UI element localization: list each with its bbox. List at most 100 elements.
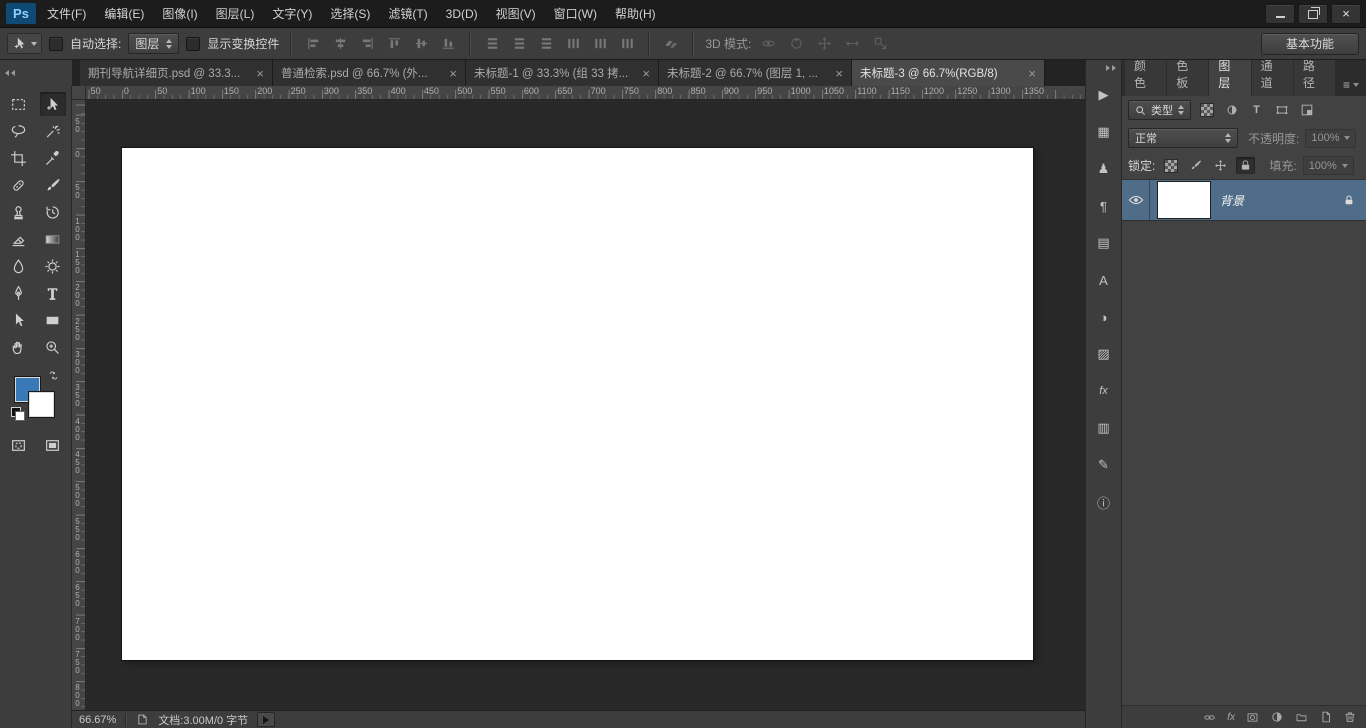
menu-item[interactable]: 选择(S) [321,0,379,27]
adjustments-panel-icon[interactable]: ◑ [1092,306,1116,328]
screen-mode-button[interactable] [40,433,66,457]
brush-tool[interactable] [40,173,66,197]
ruler-origin-corner[interactable] [72,86,86,100]
auto-select-dropdown[interactable]: 图层 [128,33,180,54]
minimize-button[interactable] [1265,3,1295,24]
tab-close-icon[interactable]: × [642,67,650,80]
filter-adjustment-layers-icon[interactable] [1222,101,1241,119]
distribute-bottom-edges-button[interactable] [536,34,556,54]
history-brush-tool[interactable] [40,200,66,224]
filter-type-layers-icon[interactable]: T [1247,101,1266,119]
rectangle-shape-tool[interactable] [40,308,66,332]
layer-name[interactable]: 背景 [1220,192,1244,209]
tool-presets-panel-icon[interactable]: ▦ [1092,121,1116,143]
swap-colors-icon[interactable] [47,369,60,382]
character-panel-icon[interactable]: A [1092,269,1116,291]
layer-list-empty-area[interactable] [1122,221,1366,705]
app-logo-icon[interactable]: Ps [6,3,36,24]
distribute-left-edges-button[interactable] [563,34,583,54]
type-tool[interactable] [40,281,66,305]
menu-item[interactable]: 图层(L) [207,0,264,27]
notes-panel-icon[interactable]: ✎ [1092,454,1116,476]
lock-paint-button[interactable] [1186,157,1205,174]
panel-menu-button[interactable]: ≡ [1336,78,1366,96]
background-color-swatch[interactable] [28,392,54,417]
3d-pan-button[interactable] [814,34,834,54]
eyedropper-tool[interactable] [40,146,66,170]
align-bottom-edges-button[interactable] [438,34,458,54]
swatches-panel-icon[interactable]: ▨ [1092,343,1116,365]
info-panel-icon[interactable]: ⓘ [1092,491,1116,513]
menu-item[interactable]: 3D(D) [437,0,487,27]
new-adjustment-layer-button[interactable] [1270,710,1284,724]
3d-rotate-button[interactable] [758,34,778,54]
lasso-tool[interactable] [6,119,32,143]
paragraph-panel-icon[interactable]: ¶ [1092,195,1116,217]
menu-item[interactable]: 帮助(H) [606,0,665,27]
distribute-vertical-centers-button[interactable] [509,34,529,54]
move-tool[interactable] [39,92,66,116]
actions-panel-icon[interactable]: ▶ [1092,84,1116,106]
zoom-level-field[interactable]: 66.67% [79,714,116,726]
styles-panel-icon[interactable]: fx [1092,380,1116,402]
menu-item[interactable]: 图像(I) [153,0,206,27]
tools-panel-collapse-button[interactable] [0,60,72,86]
layer-style-button[interactable]: fx [1227,712,1235,723]
dock-collapse-button[interactable] [1086,60,1121,75]
tab-close-icon[interactable]: × [256,67,264,80]
status-popup-button[interactable] [257,712,276,727]
link-layers-button[interactable] [1202,711,1217,724]
ruler-vertical[interactable]: 50 0 50 100 150 200 250 300 350 400 450 500 550 600 65… [72,100,86,710]
pen-tool[interactable] [6,281,32,305]
hand-tool[interactable] [6,335,32,359]
opacity-field[interactable]: 100% [1305,128,1357,148]
document-tab[interactable]: 未标题-1 @ 33.3% (组 33 拷... × [466,60,659,86]
new-group-button[interactable] [1294,711,1309,724]
filter-pixel-layers-icon[interactable] [1197,101,1216,119]
delete-layer-button[interactable] [1343,710,1357,724]
tab-close-icon[interactable]: × [1028,67,1036,80]
close-button[interactable]: × [1331,3,1361,24]
align-horizontal-centers-button[interactable] [330,34,350,54]
menu-item[interactable]: 编辑(E) [95,0,153,27]
zoom-tool[interactable] [40,335,66,359]
lock-position-button[interactable] [1211,157,1230,174]
distribute-right-edges-button[interactable] [617,34,637,54]
3d-slide-button[interactable] [842,34,862,54]
restore-button[interactable] [1298,3,1328,24]
spot-healing-brush-tool[interactable] [6,173,32,197]
fill-field[interactable]: 100% [1302,156,1354,175]
workspace-switcher-button[interactable]: 基本功能 [1260,32,1359,55]
menu-item[interactable]: 视图(V) [487,0,545,27]
layer-visibility-toggle[interactable] [1122,180,1150,220]
histogram-panel-icon[interactable]: ▥ [1092,417,1116,439]
distribute-horizontal-centers-button[interactable] [590,34,610,54]
clone-stamp-tool[interactable] [6,200,32,224]
align-top-edges-button[interactable] [384,34,404,54]
document-tab[interactable]: 未标题-2 @ 66.7% (图层 1, ... × [659,60,852,86]
eraser-tool[interactable] [6,227,32,251]
blur-tool[interactable] [6,254,32,278]
menu-item[interactable]: 文字(Y) [263,0,321,27]
tab-close-icon[interactable]: × [835,67,843,80]
auto-align-layers-button[interactable] [661,34,681,54]
filter-shape-layers-icon[interactable] [1272,101,1291,119]
rectangular-marquee-tool[interactable] [6,92,32,116]
gradient-tool[interactable] [40,227,66,251]
filter-kind-dropdown[interactable]: 类型 [1128,100,1191,120]
tab-close-icon[interactable]: × [449,67,457,80]
lock-all-button[interactable] [1236,157,1256,174]
document-tab[interactable]: 期刊导航详细页.psd @ 33.3... × [80,60,273,86]
canvas-viewport[interactable] [86,100,1085,710]
path-selection-tool[interactable] [6,308,32,332]
layer-comps-panel-icon[interactable]: ▤ [1092,232,1116,254]
layer-thumbnail[interactable] [1158,182,1210,218]
clone-source-panel-icon[interactable]: ♟ [1092,158,1116,180]
dodge-tool[interactable] [40,254,66,278]
show-transform-checkbox[interactable] [186,36,201,51]
auto-select-checkbox[interactable] [49,36,63,51]
default-colors-icon[interactable] [10,407,25,421]
quick-mask-button[interactable] [6,433,32,457]
3d-roll-button[interactable] [786,34,806,54]
ruler-horizontal[interactable]: 50 0 50 100 150 200 250 300 350 400 450 500 550 600 65… [86,86,1085,100]
